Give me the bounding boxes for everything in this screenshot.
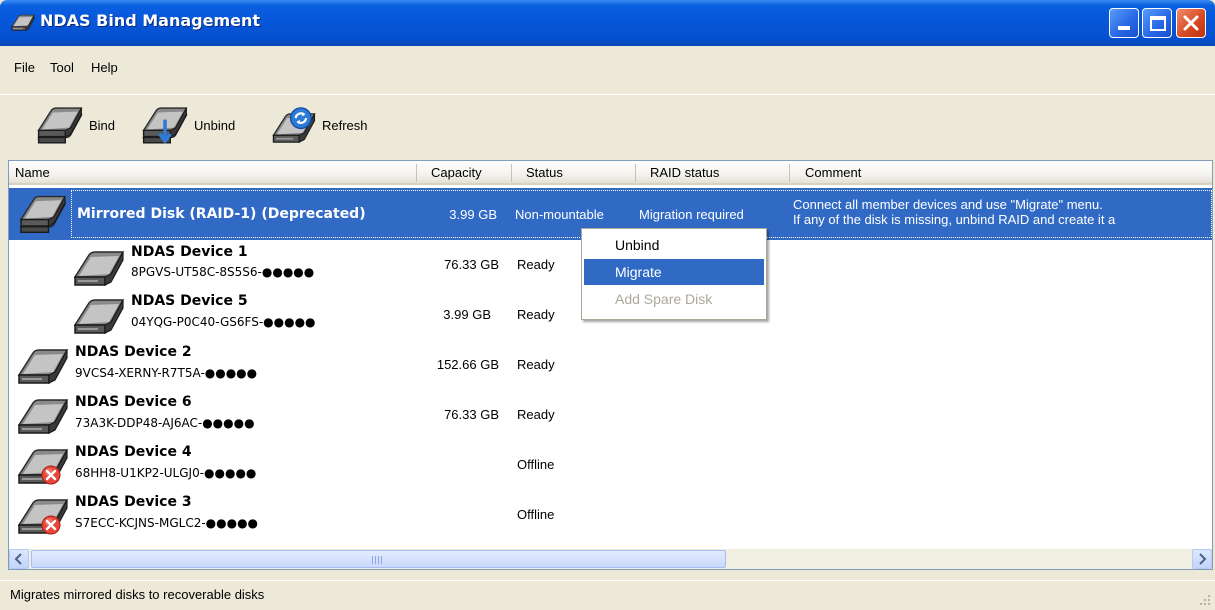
column-divider[interactable] [416, 164, 417, 182]
app-icon [10, 12, 36, 34]
close-icon [1183, 15, 1199, 31]
bind-disks-icon [35, 103, 85, 147]
row-comment-line2: If any of the disk is missing, unbind RA… [793, 212, 1116, 227]
row-name: Mirrored Disk (RAID-1) (Deprecated) [77, 206, 366, 222]
row-device-id: 68HH8-U1KP2-ULGJ0-●●●●● [75, 466, 257, 480]
row-raid-status: Migration required [639, 207, 744, 222]
row-device-id: S7ECC-KCJNS-MGLC2-●●●●● [75, 516, 259, 530]
resize-grip-icon[interactable] [1199, 594, 1211, 606]
scroll-right-button[interactable] [1192, 549, 1212, 569]
row-capacity: 3.99 GB [449, 207, 497, 222]
window-title: NDAS Bind Management [40, 11, 261, 30]
context-menu-add-spare: Add Spare Disk [584, 286, 764, 312]
scrollbar-grip [372, 556, 384, 564]
maximize-icon [1150, 16, 1166, 31]
chevron-left-icon [14, 553, 22, 565]
row-name: NDAS Device 6 [75, 394, 192, 410]
title-bar[interactable]: NDAS Bind Management [0, 0, 1215, 46]
unbind-label: Unbind [194, 118, 236, 133]
column-divider[interactable] [789, 164, 790, 182]
table-row[interactable]: NDAS Device 2 9VCS4-XERNY-R7T5A-●●●●● 15… [9, 341, 1212, 391]
hard-disk-icon [17, 192, 69, 236]
menu-bar: File Tool Help [0, 46, 1215, 94]
row-device-id: 04YQG-P0C40-GS6FS-●●●●● [131, 315, 316, 329]
row-comment-line1: Connect all member devices and use "Migr… [793, 197, 1103, 212]
unbind-disks-icon [140, 103, 190, 145]
row-name: NDAS Device 2 [75, 344, 192, 360]
app-window: NDAS Bind Management File Tool Help Bind [0, 0, 1215, 610]
refresh-button[interactable]: Refresh [270, 101, 395, 149]
row-status: Ready [517, 357, 555, 372]
context-menu-unbind-label: Unbind [615, 237, 660, 253]
column-capacity[interactable]: Capacity [431, 165, 482, 180]
hard-disk-icon [15, 395, 71, 439]
row-status: Non-mountable [515, 207, 604, 222]
row-capacity: 152.66 GB [436, 357, 499, 372]
context-menu-add-spare-label: Add Spare Disk [615, 291, 713, 307]
menu-tool[interactable]: Tool [50, 60, 74, 75]
table-row[interactable]: NDAS Device 4 68HH8-U1KP2-ULGJ0-●●●●● Of… [9, 441, 1212, 491]
bind-label: Bind [89, 118, 116, 133]
column-name[interactable]: Name [15, 165, 50, 180]
row-status: Offline [517, 457, 555, 472]
unbind-button[interactable]: Unbind [140, 101, 260, 149]
hard-disk-icon [15, 345, 71, 389]
context-menu-migrate[interactable]: Migrate [584, 259, 764, 285]
minimize-icon [1118, 26, 1130, 30]
error-x-icon [41, 465, 61, 485]
scroll-left-button[interactable] [9, 549, 29, 569]
menu-help[interactable]: Help [91, 60, 118, 75]
row-status: Ready [517, 407, 555, 422]
horizontal-scrollbar[interactable] [9, 549, 1212, 569]
column-status[interactable]: Status [526, 165, 563, 180]
error-x-icon [41, 515, 61, 535]
status-text: Migrates mirrored disks to recoverable d… [10, 587, 265, 602]
scrollbar-thumb[interactable] [31, 550, 726, 568]
device-list[interactable]: Name Capacity Status RAID status Comment… [8, 160, 1213, 570]
bind-button[interactable]: Bind [35, 101, 130, 149]
context-menu: Unbind Migrate Add Spare Disk [581, 228, 767, 320]
close-button[interactable] [1176, 8, 1206, 38]
row-status: Ready [517, 257, 555, 272]
row-device-id: 9VCS4-XERNY-R7T5A-●●●●● [75, 366, 258, 380]
row-status: Ready [517, 307, 555, 322]
row-device-id: 73A3K-DDP48-AJ6AC-●●●●● [75, 416, 255, 430]
toolbar: Bind Unbind Refresh [0, 94, 1215, 154]
column-divider[interactable] [511, 164, 512, 182]
context-menu-unbind[interactable]: Unbind [584, 232, 764, 258]
row-name: NDAS Device 3 [75, 494, 192, 510]
row-name: NDAS Device 4 [75, 444, 192, 460]
hard-disk-icon [71, 295, 127, 339]
list-header: Name Capacity Status RAID status Comment [9, 161, 1212, 185]
row-name: NDAS Device 5 [131, 293, 248, 309]
refresh-icon [272, 107, 316, 143]
hard-disk-icon [71, 247, 127, 291]
status-bar: Migrates mirrored disks to recoverable d… [0, 580, 1215, 610]
minimize-button[interactable] [1109, 8, 1139, 38]
column-raid-status[interactable]: RAID status [650, 165, 719, 180]
column-comment[interactable]: Comment [805, 165, 861, 180]
refresh-label: Refresh [322, 118, 368, 133]
table-row[interactable]: NDAS Device 3 S7ECC-KCJNS-MGLC2-●●●●● Of… [9, 491, 1212, 541]
table-row[interactable]: NDAS Device 6 73A3K-DDP48-AJ6AC-●●●●● 76… [9, 391, 1212, 441]
chevron-right-icon [1199, 553, 1207, 565]
row-capacity: 76.33 GB [444, 257, 499, 272]
column-divider[interactable] [635, 164, 636, 182]
row-capacity: 76.33 GB [444, 407, 499, 422]
maximize-button[interactable] [1142, 8, 1172, 38]
context-menu-migrate-label: Migrate [615, 264, 662, 280]
menu-file[interactable]: File [14, 60, 35, 75]
row-device-id: 8PGVS-UT58C-8S5S6-●●●●● [131, 265, 315, 279]
row-status: Offline [517, 507, 555, 522]
row-capacity: 3.99 GB [443, 307, 491, 322]
row-name: NDAS Device 1 [131, 244, 248, 260]
